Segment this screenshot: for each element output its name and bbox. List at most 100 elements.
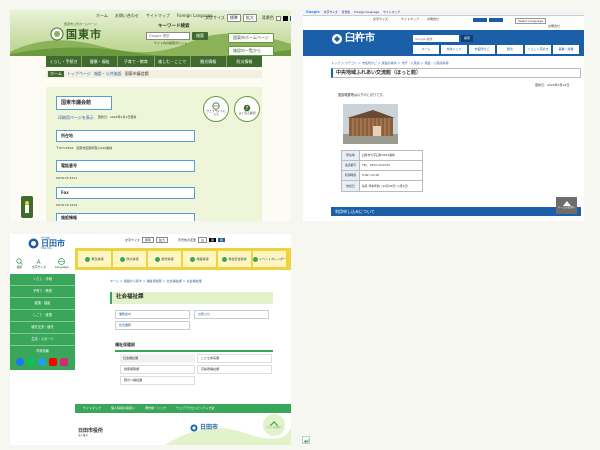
bg-black-button[interactable]: 黒 (208, 238, 216, 242)
nav-business[interactable]: 事業・産業 (553, 45, 579, 54)
top-link[interactable]: 文字サイズ (373, 18, 388, 21)
language-select[interactable]: Select Language (515, 18, 547, 24)
nav-item-tourism[interactable]: 観光情報 (191, 56, 227, 67)
page-top-button[interactable]: ページの先頭へ (263, 414, 285, 436)
tile-emergency[interactable]: 緊急情報 (78, 251, 111, 267)
top-link[interactable]: お問合せ (427, 18, 439, 21)
footer-link[interactable]: サイトマップ (83, 407, 101, 410)
nav-item-education[interactable]: 子育て・教育 (118, 56, 155, 67)
site-logo[interactable]: 臼杵市 (331, 33, 375, 45)
twitter-icon[interactable] (38, 358, 46, 366)
sidebar-nav-label: 子育て・教育 (32, 288, 53, 293)
utility-link-contact[interactable]: お問い合わせ (115, 14, 139, 18)
utility-link-sitemap[interactable]: サイトマップ (146, 14, 170, 18)
tile-tourism[interactable]: 観光情報 (148, 251, 181, 267)
facebook-icon[interactable] (16, 358, 24, 366)
sidebar-nav-item[interactable]: 子育て・教育 (10, 286, 75, 298)
text-size-large-button[interactable]: 拡大 (242, 14, 257, 22)
list-item[interactable]: 健康保険課 (120, 365, 195, 374)
list-item[interactable]: 障がい福祉課 (120, 376, 195, 385)
site-logo[interactable]: 国東市公式ホームページ 国東市 (50, 23, 102, 41)
updated-date: 更新日：2024年3月14日 (535, 83, 570, 87)
text-size-standard-button[interactable]: 標準 (141, 237, 154, 243)
text-size-large-button[interactable]: 拡大 (155, 237, 168, 243)
youtube-icon[interactable] (49, 358, 57, 366)
bg-white-button[interactable]: 白 (197, 237, 207, 243)
bg-white-swatch[interactable] (275, 15, 281, 21)
breadcrumb-top[interactable]: トップページ (67, 72, 91, 76)
nav-item-living[interactable]: くらし・手続き (46, 56, 83, 67)
page-top-badge[interactable] (21, 196, 33, 218)
nav-living[interactable]: くらしと手続き (525, 45, 551, 54)
figure-icon (25, 201, 29, 213)
print-link[interactable]: 印刷用ページを表示 (58, 116, 94, 120)
section-link[interactable]: お知らせ (194, 310, 269, 319)
google-link[interactable]: 文字サイズ (324, 11, 338, 14)
line-icon[interactable] (27, 358, 35, 366)
quick-link-facilities[interactable]: 施設の一覧から (228, 46, 274, 56)
breadcrumb-home[interactable]: ホーム (48, 71, 64, 77)
google-link[interactable]: サイトマップ (383, 11, 400, 14)
search-button[interactable]: 検索 (192, 31, 208, 40)
nav-home[interactable]: ホーム (413, 45, 439, 54)
search-tips-link[interactable]: サイト内の検索のヒント (154, 41, 208, 45)
footer-link[interactable]: 個人情報の取扱い (111, 407, 135, 410)
top-button[interactable] (489, 18, 503, 22)
search-input[interactable] (413, 35, 459, 42)
site-logo[interactable]: 大分県 日田市 Hita City (28, 237, 65, 251)
text-size-label: 文字サイズ (125, 237, 140, 242)
sidebar-nav-item[interactable]: 観光交流・観光 (10, 322, 75, 334)
bg-blue-swatch[interactable] (289, 15, 291, 21)
sidebar-nav-item[interactable]: 生活・スポーツ (10, 334, 75, 346)
top-button[interactable] (473, 18, 487, 22)
top-link[interactable]: サイトマップ (401, 18, 419, 21)
faq-button[interactable]: ? よく見る質問 (234, 96, 260, 122)
sidebar-text-size[interactable]: A 文字サイズ (32, 258, 46, 269)
search-input[interactable] (146, 31, 190, 40)
application-heading: 利用申し込みについて (335, 208, 375, 214)
top-controls: 文字サイズ 標準 拡大 背景色の変更 白 黒 青 (125, 237, 226, 243)
footer-link[interactable]: 著作権・リンク (145, 407, 166, 410)
sidebar-search[interactable]: 検索 (16, 258, 23, 269)
bg-blue-button[interactable]: 青 (218, 238, 226, 242)
section-link[interactable]: 業務案内 (115, 310, 190, 319)
nav-city[interactable]: 市政トップ (441, 45, 467, 54)
google-link[interactable]: Foreign Language (354, 11, 379, 14)
breadcrumb[interactable]: トップ ＞ カテゴリ ＞ 市役所のご ＞ 施設の案内 ＞ 市庁・公民館 ＞ 施設… (331, 62, 449, 65)
list-item[interactable]: 高齢者福祉課 (197, 365, 272, 374)
breadcrumb[interactable]: ホーム ＞ 組織から探す ＞ 福祉保健部 ＞ 社会福祉課 ＞ 社会福祉課 (110, 280, 202, 283)
breadcrumb-category[interactable]: 施設・公共施設 (94, 72, 122, 76)
nav-office[interactable]: 市役所のご (469, 45, 495, 54)
nav-item-health[interactable]: 健康・福祉 (82, 56, 119, 67)
nav-tourism[interactable]: 観光 (497, 45, 523, 54)
sidebar-nav-item[interactable]: 健康・福祉 (10, 298, 75, 310)
sidebar-nav-item[interactable]: しごと・産業 (10, 310, 75, 322)
tile-disaster[interactable]: 防災情報 (113, 251, 146, 267)
footer-link[interactable]: ウェブアクセシビリティ方針 (176, 407, 215, 410)
tile-facilities[interactable]: 施設情報 (183, 251, 216, 267)
page-top-button[interactable]: ページの先頭へ (556, 197, 577, 214)
sidebar-nav-item[interactable]: 市政情報 (10, 346, 75, 358)
sidebar-nav: くらし・手続 子育て・教育 健康・福祉 しごと・産業 観光交流・観光 生活・スポ… (10, 274, 75, 370)
table-value-cell: 臼杵市大字臼杵XXXX番地 (360, 151, 422, 160)
bg-black-swatch[interactable] (282, 15, 288, 21)
utility-link-home[interactable]: ホーム (96, 14, 108, 18)
top-link[interactable]: お問合せ (548, 25, 560, 28)
sidebar-language[interactable]: Language (55, 258, 69, 269)
section-link[interactable]: 担当業務 (115, 321, 190, 330)
quick-link-home[interactable]: 国東市ホームページ (228, 33, 274, 43)
list-item[interactable]: 社会福祉課 (120, 354, 195, 363)
tile-label: 観光情報 (161, 256, 174, 261)
tile-migration[interactable]: 移住定住情報 (218, 251, 251, 267)
nav-item-enjoy[interactable]: 楽しむ・ここで (155, 56, 191, 67)
sidebar-nav-item[interactable]: くらし・手続 (10, 274, 75, 286)
nav-item-disaster[interactable]: 防災情報 (227, 56, 262, 67)
search-button[interactable]: 検索 (461, 35, 474, 42)
instagram-icon[interactable] (60, 358, 68, 366)
list-item[interactable]: こども未来課 (197, 354, 272, 363)
enter-website-button[interactable]: ウェブサイトに入る (203, 96, 229, 122)
google-link[interactable]: 背景色 (342, 11, 350, 14)
text-size-standard-button[interactable]: 標準 (226, 14, 241, 22)
tile-events[interactable]: イベントカレンダー (253, 251, 286, 267)
section-link-label: お知らせ (198, 312, 210, 316)
